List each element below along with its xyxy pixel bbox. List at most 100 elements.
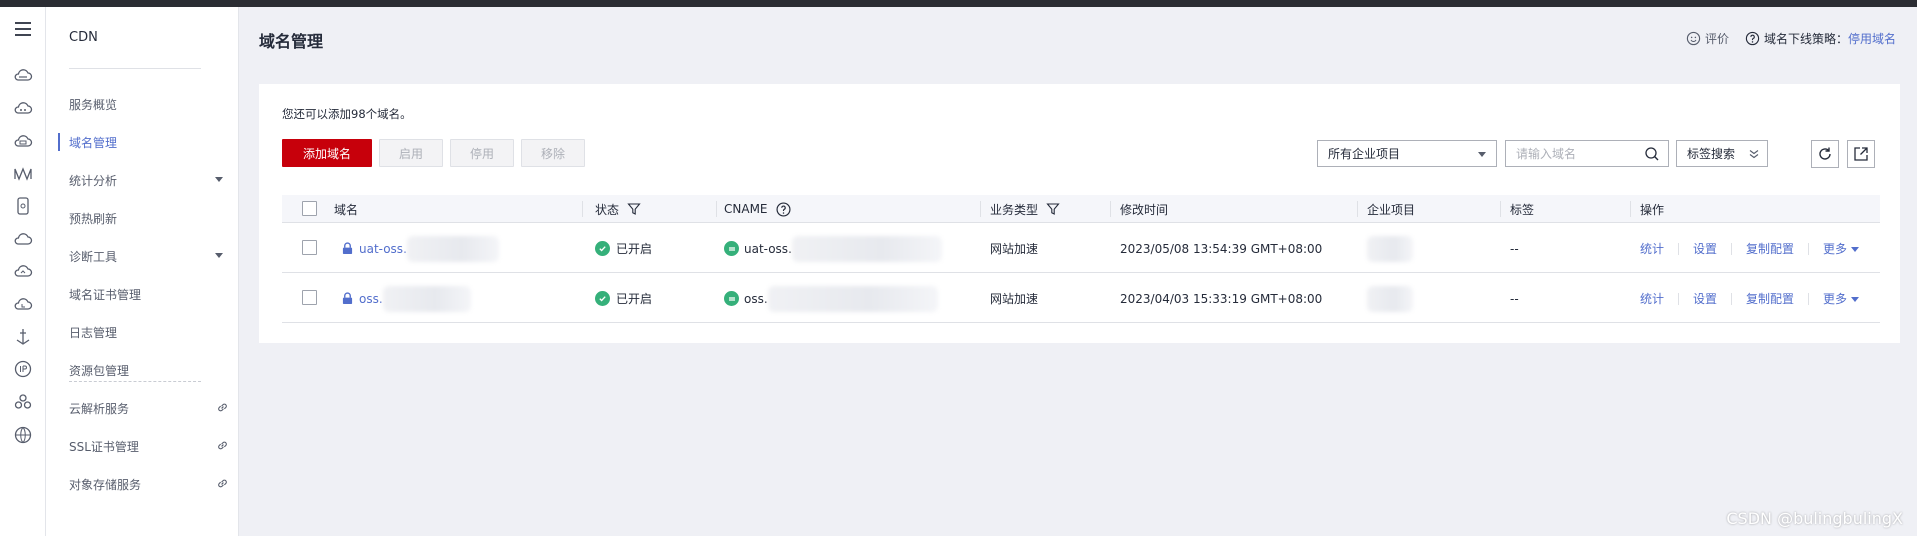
column-divider bbox=[582, 201, 583, 217]
column-cname-label: CNAME bbox=[724, 202, 768, 216]
more-label: 更多 bbox=[1823, 242, 1848, 256]
sidebar-item-logs[interactable]: 日志管理 bbox=[69, 322, 229, 342]
sidebar-item-overview[interactable]: 服务概览 bbox=[69, 94, 229, 114]
sidebar-item-diagnostics[interactable]: 诊断工具 bbox=[69, 246, 229, 266]
external-link-icon bbox=[218, 403, 227, 412]
status-text: 已开启 bbox=[616, 242, 653, 256]
domain-list-card: 您还可以添加98个域名。 添加域名 启用 停用 移除 所有企业项目 标签搜索 域… bbox=[259, 84, 1900, 343]
bridge-icon[interactable] bbox=[11, 161, 35, 185]
add-domain-button[interactable]: 添加域名 bbox=[282, 139, 372, 167]
cloud-storage-icon[interactable] bbox=[11, 129, 35, 153]
offline-policy: 域名下线策略： 停用域名 bbox=[1745, 30, 1896, 47]
sidebar-item-label: 预热刷新 bbox=[69, 211, 118, 226]
ip-icon[interactable] bbox=[11, 357, 35, 381]
filter-icon[interactable] bbox=[627, 202, 641, 216]
modified-time-cell: 2023/04/03 15:33:19 GMT+08:00 bbox=[1120, 291, 1323, 306]
link-status-icon bbox=[724, 291, 739, 306]
sidebar-item-prefetch-refresh[interactable]: 预热刷新 bbox=[69, 208, 229, 228]
row-checkbox[interactable] bbox=[302, 240, 317, 255]
watermark: CSDN @bulingbulingX bbox=[1726, 509, 1903, 528]
more-label: 更多 bbox=[1823, 292, 1848, 306]
sidebar-item-statistics[interactable]: 统计分析 bbox=[69, 170, 229, 190]
sidebar-item-packages[interactable]: 资源包管理 bbox=[69, 360, 229, 380]
quota-note: 您还可以添加98个域名。 bbox=[282, 107, 412, 121]
column-divider bbox=[1110, 201, 1111, 217]
menu-icon[interactable] bbox=[11, 17, 35, 41]
tags-cell: -- bbox=[1510, 241, 1519, 256]
redacted-text bbox=[791, 235, 942, 262]
cluster-icon[interactable] bbox=[11, 390, 35, 414]
domain-cell: oss. bbox=[342, 274, 471, 323]
domain-link[interactable]: uat-oss. bbox=[359, 242, 407, 256]
settings-link[interactable]: 设置 bbox=[1693, 240, 1717, 257]
filter-icon[interactable] bbox=[1046, 202, 1060, 216]
cloud-sync-icon[interactable] bbox=[11, 259, 35, 283]
copy-config-link[interactable]: 复制配置 bbox=[1746, 290, 1794, 307]
refresh-button[interactable] bbox=[1811, 140, 1839, 168]
column-tags: 标签 bbox=[1510, 202, 1535, 217]
sidebar-item-obs[interactable]: 对象存储服务 bbox=[69, 474, 229, 494]
tag-search-label: 标签搜索 bbox=[1687, 147, 1736, 161]
row-actions: 统计 设置 复制配置 更多 bbox=[1640, 274, 1860, 323]
divider bbox=[1731, 292, 1733, 305]
column-status: 状态 bbox=[595, 195, 641, 223]
disable-button[interactable]: 停用 bbox=[450, 139, 514, 167]
cloud-upload-icon[interactable] bbox=[11, 96, 35, 120]
sidebar-item-dns[interactable]: 云解析服务 bbox=[69, 398, 229, 418]
help-icon[interactable] bbox=[1745, 31, 1760, 46]
more-dropdown[interactable]: 更多 bbox=[1823, 240, 1860, 257]
column-service-type: 业务类型 bbox=[990, 195, 1060, 223]
divider bbox=[1731, 242, 1733, 255]
cloud-refresh-icon[interactable] bbox=[11, 292, 35, 316]
project-cell bbox=[1367, 224, 1413, 273]
column-divider bbox=[1630, 201, 1631, 217]
domain-link[interactable]: oss. bbox=[359, 292, 383, 306]
cloud-outline-icon[interactable] bbox=[11, 227, 35, 251]
cname-text: uat-oss. bbox=[744, 241, 792, 256]
offline-policy-label: 域名下线策略： bbox=[1764, 32, 1849, 46]
export-button[interactable] bbox=[1847, 140, 1875, 168]
phone-icon[interactable] bbox=[11, 194, 35, 218]
divider bbox=[1678, 292, 1680, 305]
divider bbox=[1678, 242, 1680, 255]
search-icon[interactable] bbox=[1644, 146, 1660, 162]
domain-search[interactable] bbox=[1505, 140, 1669, 167]
remove-button[interactable]: 移除 bbox=[521, 139, 585, 167]
icon-rail bbox=[0, 7, 46, 536]
tag-search-button[interactable]: 标签搜索 bbox=[1676, 140, 1768, 167]
external-link-icon bbox=[218, 441, 227, 450]
more-dropdown[interactable]: 更多 bbox=[1823, 290, 1860, 307]
anchor-icon[interactable] bbox=[11, 325, 35, 349]
stats-link[interactable]: 统计 bbox=[1640, 240, 1664, 257]
sidebar-title: CDN bbox=[69, 30, 98, 45]
domain-search-input[interactable] bbox=[1506, 141, 1661, 166]
enterprise-project-select[interactable]: 所有企业项目 bbox=[1317, 140, 1497, 167]
feedback-label: 评价 bbox=[1705, 32, 1730, 46]
chevron-down-icon bbox=[1478, 152, 1486, 157]
copy-config-link[interactable]: 复制配置 bbox=[1746, 240, 1794, 257]
feedback-link[interactable]: 评价 bbox=[1686, 30, 1729, 47]
service-type-cell: 网站加速 bbox=[990, 292, 1039, 306]
settings-link[interactable]: 设置 bbox=[1693, 290, 1717, 307]
stats-link[interactable]: 统计 bbox=[1640, 290, 1664, 307]
redacted-text bbox=[406, 235, 499, 262]
sidebar-item-label: 资源包管理 bbox=[69, 363, 130, 378]
cloud-icon[interactable] bbox=[11, 63, 35, 87]
enterprise-project-value: 所有企业项目 bbox=[1328, 147, 1401, 161]
sidebar-item-certificates[interactable]: 域名证书管理 bbox=[69, 284, 229, 304]
redacted-text bbox=[382, 285, 471, 312]
globe-icon[interactable] bbox=[11, 423, 35, 447]
sidebar-item-label: SSL证书管理 bbox=[69, 439, 139, 454]
chevron-down-icon bbox=[215, 177, 223, 182]
sidebar-item-ssl[interactable]: SSL证书管理 bbox=[69, 436, 229, 456]
sidebar-item-domain-management[interactable]: 域名管理 bbox=[58, 132, 229, 152]
enable-button[interactable]: 启用 bbox=[379, 139, 443, 167]
sidebar-item-label: 服务概览 bbox=[69, 97, 118, 112]
help-icon[interactable] bbox=[775, 201, 791, 217]
double-chevron-down-icon bbox=[1749, 150, 1759, 159]
cname-text: oss. bbox=[744, 291, 768, 306]
row-checkbox[interactable] bbox=[302, 290, 317, 305]
select-all-checkbox[interactable] bbox=[302, 201, 317, 216]
external-link-icon bbox=[218, 479, 227, 488]
disable-domain-link[interactable]: 停用域名 bbox=[1848, 30, 1896, 47]
